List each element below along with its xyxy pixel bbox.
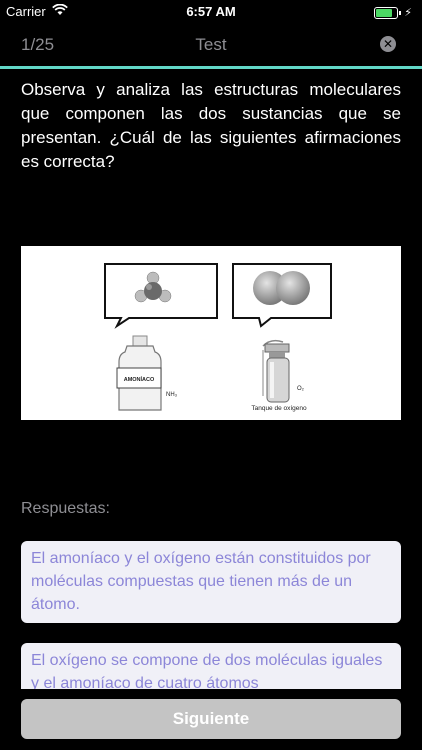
tank-caption: Tanque de oxígeno (251, 405, 307, 412)
nav-bar: 1/25 Test ✕ (0, 22, 422, 66)
answers-label: Respuestas: (21, 500, 110, 517)
o2-label: O₂ (297, 386, 305, 392)
battery-icon: ⚡ (374, 4, 412, 19)
status-bar: Carrier 6:57 AM ⚡ (0, 0, 422, 22)
nh3-label: NH₃ (166, 392, 178, 398)
ammonia-bottle-icon: AMONÍACO NH₃ (116, 335, 178, 411)
answer-option-2[interactable]: El oxígeno se compone de dos moléculas i… (21, 643, 401, 689)
bottle-label: AMONÍACO (124, 375, 155, 383)
oxygen-molecule-icon (253, 271, 310, 305)
status-time: 6:57 AM (186, 4, 236, 19)
answer-list-clip: El oxígeno se compone de dos moléculas i… (0, 641, 422, 689)
charging-bolt-icon: ⚡ (404, 7, 412, 20)
progress-line (0, 66, 422, 69)
question-image: AMONÍACO NH₃ O₂ Tanque de oxígeno (21, 246, 401, 420)
question-text: Observa y analiza las estructuras molecu… (21, 80, 401, 171)
oxygen-tank-icon: O₂ Tanque de oxígeno (251, 339, 307, 412)
page-title: Test (195, 35, 227, 54)
answer-option-1[interactable]: El amoníaco y el oxígeno están constitui… (21, 541, 401, 623)
close-icon[interactable]: ✕ (380, 36, 396, 52)
next-button[interactable]: Siguiente (21, 699, 401, 739)
